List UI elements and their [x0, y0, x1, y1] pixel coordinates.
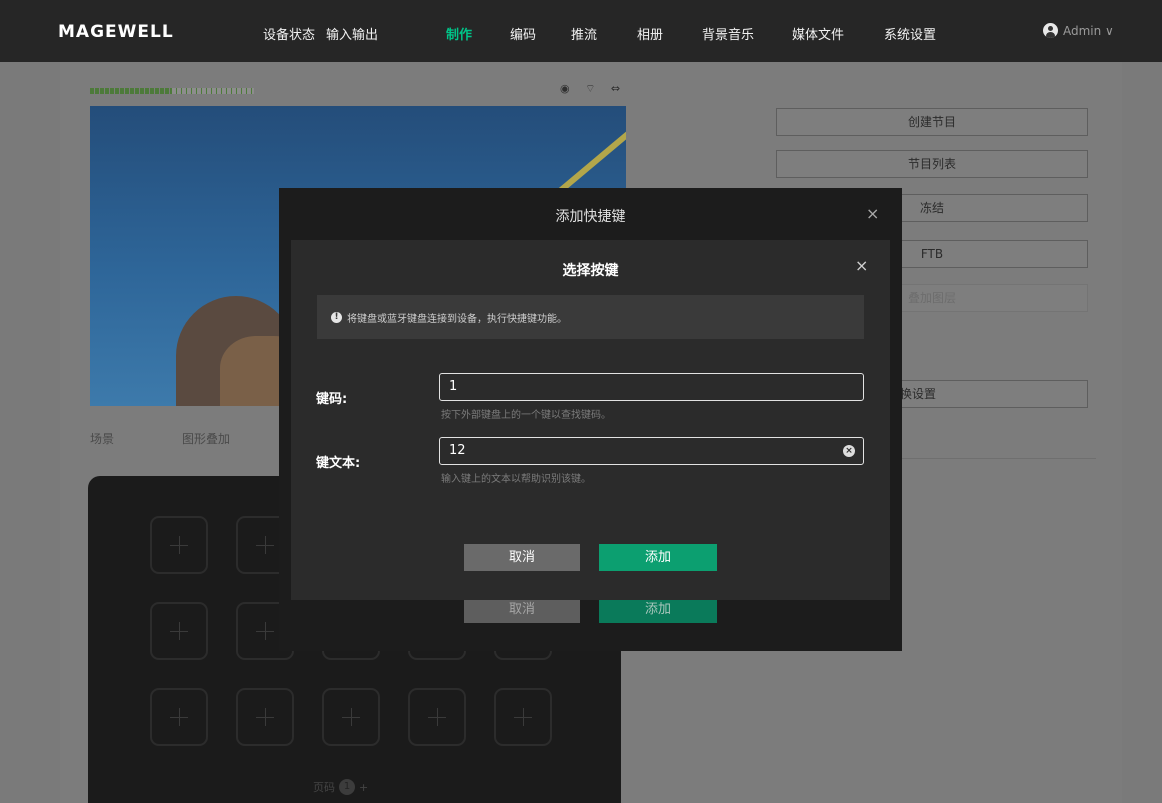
add-shortcut-slot[interactable] — [408, 688, 466, 746]
add-shortcut-slot[interactable] — [150, 688, 208, 746]
keytext-help: 输入键上的文本以帮助识别该键。 — [441, 474, 591, 485]
close-icon[interactable]: × — [866, 204, 879, 223]
add-button[interactable]: 添加 — [599, 597, 717, 623]
dialog-title: 添加快捷键 — [555, 209, 626, 225]
audio-meter-inactive — [172, 88, 254, 94]
nav-item-album[interactable]: 相册 — [637, 24, 663, 43]
page-label: 页码 — [313, 781, 335, 794]
add-page-button[interactable]: + — [359, 781, 368, 794]
user-name: Admin ∨ — [1063, 23, 1114, 38]
add-shortcut-slot[interactable] — [150, 516, 208, 574]
dialog-title: 选择按键 — [562, 263, 619, 279]
nav-item-streaming[interactable]: 推流 — [571, 24, 597, 43]
nav-item-production[interactable]: 制作 — [446, 24, 472, 43]
add-button[interactable]: 添加 — [599, 544, 717, 571]
keytext-value: 12 — [449, 443, 466, 458]
top-nav: MAGEWELL 设备状态 输入输出 制作 编码 推流 相册 背景音乐 媒体文件… — [0, 0, 1162, 62]
status-icons: ◉ ⌔ ⇔ — [560, 82, 627, 95]
nav-item-media-files[interactable]: 媒体文件 — [792, 24, 844, 43]
brand-logo: MAGEWELL — [58, 22, 174, 42]
user-menu[interactable]: Admin ∨ — [1043, 23, 1114, 38]
add-shortcut-slot[interactable] — [150, 602, 208, 660]
add-shortcut-slot[interactable] — [236, 688, 294, 746]
nav-item-input-output[interactable]: 输入输出 — [326, 24, 378, 43]
clear-icon[interactable]: × — [843, 445, 855, 457]
pad-pagination: 页码 1 + — [313, 779, 368, 795]
program-list-button[interactable]: 节目列表 — [776, 150, 1088, 178]
notice-text: 将键盘或蓝牙键盘连接到设备，执行快捷键功能。 — [347, 313, 567, 325]
select-key-dialog: 选择按键 × ! 将键盘或蓝牙键盘连接到设备，执行快捷键功能。 键码: 1 按下… — [291, 240, 890, 600]
nav-item-system-settings[interactable]: 系统设置 — [884, 24, 936, 43]
create-program-button[interactable]: 创建节目 — [776, 108, 1088, 136]
close-icon[interactable]: × — [855, 256, 868, 275]
avatar-icon — [1043, 23, 1058, 38]
info-icon: ! — [331, 311, 342, 323]
keycode-label: 键码: — [316, 392, 348, 407]
cancel-button[interactable]: 取消 — [464, 597, 580, 623]
tab-graphics-overlay[interactable]: 图形叠加 — [182, 430, 230, 447]
nav-item-device-status[interactable]: 设备状态 — [263, 24, 315, 43]
add-shortcut-slot[interactable] — [322, 688, 380, 746]
tab-scene[interactable]: 场景 — [90, 430, 114, 447]
nav-item-encoding[interactable]: 编码 — [510, 24, 536, 43]
keycode-field[interactable]: 1 — [439, 373, 864, 401]
cancel-button[interactable]: 取消 — [464, 544, 580, 571]
info-notice: ! 将键盘或蓝牙键盘连接到设备，执行快捷键功能。 — [317, 295, 864, 339]
keycode-help: 按下外部键盘上的一个键以查找键码。 — [441, 410, 611, 421]
nav-item-bgm[interactable]: 背景音乐 — [702, 24, 754, 43]
page-number[interactable]: 1 — [339, 779, 355, 795]
keytext-field[interactable]: 12 × — [439, 437, 864, 465]
keytext-label: 键文本: — [316, 456, 361, 471]
add-shortcut-slot[interactable] — [494, 688, 552, 746]
